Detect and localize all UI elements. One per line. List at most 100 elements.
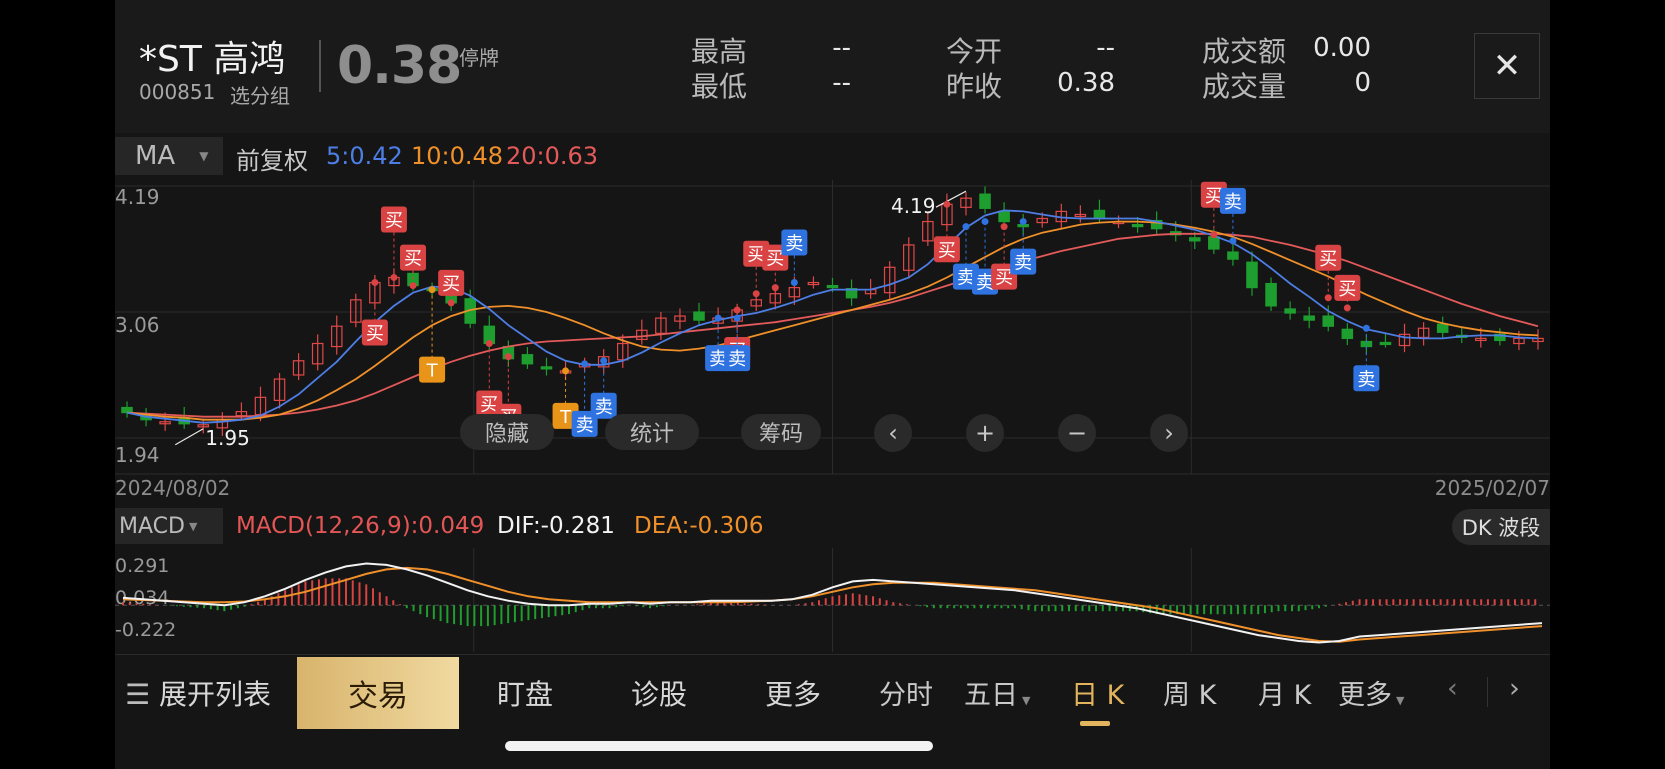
caret-down-icon: ▼ — [1396, 694, 1405, 707]
candle-body — [1093, 209, 1106, 220]
candle-body — [1189, 237, 1201, 242]
signal-dot — [485, 340, 493, 347]
tab-intraday[interactable]: 分时 — [879, 673, 933, 712]
macd-value: MACD(12,26,9):0.049 — [236, 513, 485, 539]
candle-body — [693, 311, 705, 321]
close-button[interactable]: ✕ — [1474, 33, 1540, 99]
trade-button[interactable]: 交易 — [297, 657, 459, 729]
trading-status: 停牌 — [459, 46, 499, 70]
caret-down-icon: ▼ — [199, 149, 209, 163]
sell-signal-label: 卖 — [728, 349, 746, 370]
dif-value: DIF:-0.281 — [497, 513, 615, 539]
stock-name: *ST 高鸿 — [139, 39, 286, 80]
signal-dot — [600, 357, 608, 365]
home-indicator[interactable] — [505, 741, 933, 751]
signal-dot — [390, 273, 398, 281]
price-axis-label: 4.19 — [115, 185, 160, 209]
signal-dot — [581, 360, 589, 368]
signal-dot — [733, 306, 741, 314]
watch-button[interactable]: 盯盘 — [497, 673, 553, 713]
candle-body — [1227, 251, 1239, 260]
stats-button[interactable]: 统计 — [605, 414, 699, 450]
macd-chart[interactable]: 0.2910.034-0.222 — [115, 548, 1550, 652]
list-icon: ☰ — [125, 678, 151, 711]
dea-value: DEA:-0.306 — [634, 513, 764, 539]
macd-select-label: MACD — [119, 513, 185, 539]
candle-body — [1265, 282, 1277, 307]
turnover-value: 0.00 — [1313, 33, 1371, 63]
divider — [1487, 677, 1488, 707]
tab-5day[interactable]: 五日 ▼ — [964, 673, 1030, 712]
candle-body — [1379, 341, 1392, 346]
signal-dot — [733, 314, 741, 322]
turnover-label: 成交额 — [1202, 35, 1287, 68]
tab-more-periods[interactable]: 更多 ▼ — [1338, 673, 1404, 712]
low-value: -- — [832, 68, 851, 98]
candle-body — [1341, 328, 1354, 340]
candle-body — [521, 354, 534, 365]
tab-day-k[interactable]: 日 K — [1071, 673, 1124, 712]
chevron-right-icon[interactable]: › — [1509, 673, 1520, 704]
macd-axis-label: -0.222 — [115, 619, 176, 641]
signal-dot — [790, 279, 798, 287]
high-value: -- — [832, 33, 851, 63]
buy-signal-label: 买 — [938, 240, 956, 261]
expand-list-button[interactable]: ☰ 展开列表 — [125, 673, 271, 713]
quote-header: *ST 高鸿 000851 选分组 0.38 停牌 最高 -- 最低 -- 今开… — [115, 0, 1550, 133]
indicator-select[interactable]: MA ▼ — [115, 137, 223, 175]
signal-dot — [1343, 304, 1351, 312]
chevron-left-icon[interactable]: ‹ — [1447, 673, 1458, 704]
macd-legend-bar: MACD ▼ MACD(12,26,9):0.049 DIF:-0.281 DE… — [115, 508, 1550, 548]
buy-signal-label: 买 — [1338, 279, 1356, 300]
sell-signal-label: 卖 — [1224, 192, 1242, 213]
max-price-marker: 4.19 — [891, 194, 936, 218]
tab-more-label: 更多 — [1338, 680, 1392, 711]
chevron-right-icon[interactable]: › — [1150, 414, 1188, 452]
macd-indicator-select[interactable]: MACD ▼ — [115, 508, 223, 544]
price-adjust-mode[interactable]: 前复权 — [236, 141, 308, 176]
indicator-select-label: MA — [135, 141, 176, 171]
buy-signal-label: 买 — [442, 274, 460, 295]
diagnose-button[interactable]: 诊股 — [631, 673, 687, 713]
candle-body — [1208, 236, 1220, 250]
hide-signals-button[interactable]: 隐藏 — [460, 414, 554, 450]
candle-body — [1303, 315, 1315, 321]
sell-signal-label: 卖 — [1014, 253, 1032, 274]
tab-week-k[interactable]: 周 K — [1163, 673, 1216, 712]
signal-dot — [1362, 324, 1370, 332]
x-axis-end-date: 2025/02/07 — [1434, 476, 1550, 500]
signal-dot — [1229, 237, 1237, 245]
sell-signal-label: 卖 — [1357, 369, 1375, 390]
candlestick-chart[interactable]: 4.193.061.944.191.95买买买买T买买T卖卖买买买卖卖卖买卖卖买… — [115, 180, 1550, 475]
chevron-left-icon[interactable]: ‹ — [874, 414, 912, 452]
expand-list-label: 展开列表 — [159, 678, 272, 711]
prev-close-value: 0.38 — [1057, 68, 1115, 98]
tab-5day-label: 五日 — [964, 680, 1018, 711]
candle-body — [1322, 315, 1335, 327]
candle-body — [1131, 224, 1144, 228]
active-tab-indicator — [1080, 721, 1110, 726]
plus-icon[interactable]: + — [966, 414, 1004, 452]
more-button[interactable]: 更多 — [765, 673, 821, 713]
min-price-marker: 1.95 — [205, 426, 250, 450]
volume-value: 0 — [1354, 68, 1371, 98]
signal-dot — [1019, 218, 1027, 226]
dk-band-button[interactable]: DK 波段 — [1452, 509, 1550, 545]
bottom-toolbar: ☰ 展开列表 交易 盯盘 诊股 更多 分时 五日 ▼ 日 K 周 K 月 K 更多… — [115, 654, 1550, 731]
signal-dot — [504, 353, 512, 361]
open-value: -- — [1096, 33, 1115, 63]
buy-signal-label: 买 — [385, 210, 403, 231]
tab-month-k[interactable]: 月 K — [1258, 673, 1311, 712]
chips-button[interactable]: 筹码 — [741, 414, 821, 450]
t-signal-label: T — [559, 407, 572, 428]
x-axis-start-date: 2024/08/02 — [115, 476, 231, 500]
caret-down-icon: ▼ — [188, 519, 198, 533]
ma20-value: 20:0.63 — [506, 142, 599, 170]
stock-code: 000851 — [139, 80, 216, 104]
buy-signal-label: 买 — [1319, 249, 1337, 270]
signal-dot — [771, 284, 779, 292]
signal-dot — [1324, 294, 1332, 302]
signal-dot — [562, 367, 570, 375]
minus-icon[interactable]: − — [1058, 414, 1096, 452]
select-group-button[interactable]: 选分组 — [230, 80, 290, 109]
